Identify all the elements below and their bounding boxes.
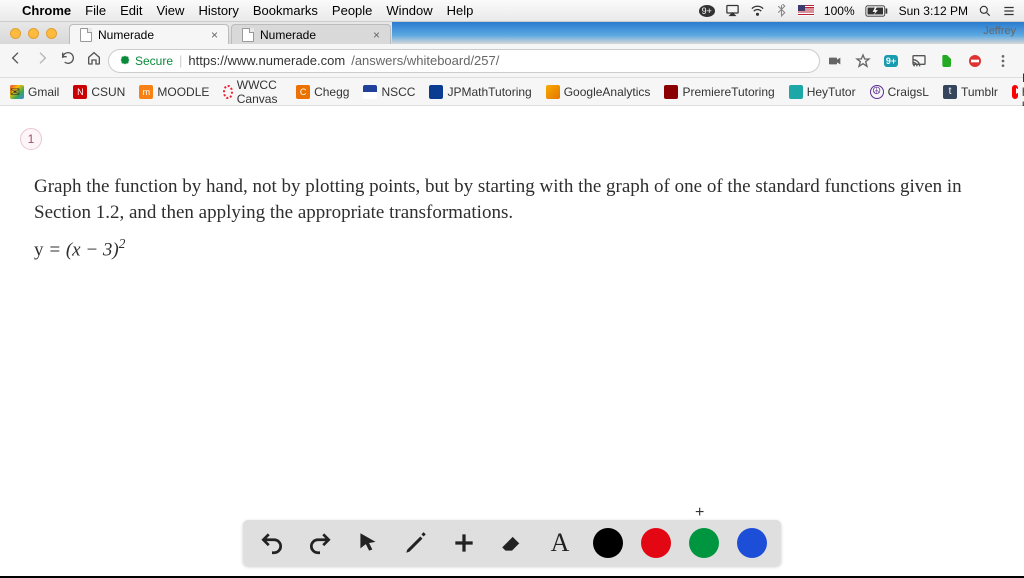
question-number-badge: 1 xyxy=(20,128,42,150)
reload-button[interactable] xyxy=(60,50,76,71)
close-window-icon[interactable] xyxy=(10,28,21,39)
tab-2[interactable]: Numerade × xyxy=(231,24,391,44)
bookmark-heytutor[interactable]: HeyTutor xyxy=(789,85,856,99)
home-button[interactable] xyxy=(86,50,102,71)
secure-indicator: Secure xyxy=(119,54,173,68)
profile-label[interactable]: Jeffrey xyxy=(983,25,1016,37)
tab-title: Numerade xyxy=(260,28,316,42)
page-content: 1 Graph the function by hand, not by plo… xyxy=(0,106,1024,576)
pointer-tool[interactable] xyxy=(353,528,383,558)
bookmark-ga[interactable]: GoogleAnalytics xyxy=(546,85,651,99)
color-black[interactable] xyxy=(593,528,623,558)
bookmarks-bar: ✉Gmail NCSUN mMOODLE WWCC Canvas CChegg … xyxy=(0,78,1024,106)
menu-history[interactable]: History xyxy=(198,3,238,18)
airplay-icon[interactable] xyxy=(725,3,740,18)
adblock-icon[interactable] xyxy=(966,52,984,70)
color-blue[interactable] xyxy=(737,528,767,558)
window-titlebar: Numerade × Numerade × Jeffrey xyxy=(0,22,1024,44)
address-bar[interactable]: Secure | https://www.numerade.com/answer… xyxy=(108,49,820,73)
page-favicon-icon xyxy=(242,28,254,42)
bookmark-nscc[interactable]: NSCC xyxy=(363,85,415,99)
undo-button[interactable] xyxy=(257,528,287,558)
app-menu[interactable]: Chrome xyxy=(22,3,71,18)
bookmark-tumblr[interactable]: tTumblr xyxy=(943,85,998,99)
tab-1[interactable]: Numerade × xyxy=(69,24,229,44)
evernote-icon[interactable] xyxy=(938,52,956,70)
tab-title: Numerade xyxy=(98,28,154,42)
chrome-menu-icon[interactable] xyxy=(994,52,1012,70)
address-bar-row: Secure | https://www.numerade.com/answer… xyxy=(0,44,1024,78)
text-tool[interactable]: A xyxy=(545,528,575,558)
battery-percent: 100% xyxy=(824,4,855,18)
menu-bookmarks[interactable]: Bookmarks xyxy=(253,3,318,18)
url-host: https://www.numerade.com xyxy=(188,53,345,68)
bookmark-wwcc-canvas[interactable]: WWCC Canvas xyxy=(223,78,282,106)
minimize-window-icon[interactable] xyxy=(28,28,39,39)
whiteboard-toolbar: A xyxy=(243,520,781,566)
menu-list-icon[interactable] xyxy=(1002,4,1016,18)
maximize-window-icon[interactable] xyxy=(46,28,57,39)
menu-file[interactable]: File xyxy=(85,3,106,18)
bluetooth-icon[interactable] xyxy=(775,4,788,17)
bookmark-gmail[interactable]: ✉Gmail xyxy=(10,85,59,99)
color-green[interactable] xyxy=(689,528,719,558)
tab-close-icon[interactable]: × xyxy=(211,28,218,42)
menu-help[interactable]: Help xyxy=(447,3,474,18)
menu-people[interactable]: People xyxy=(332,3,372,18)
spotlight-icon[interactable] xyxy=(978,4,992,18)
wifi-icon[interactable] xyxy=(750,3,765,18)
extension-tab-icon[interactable]: 9+ xyxy=(882,52,900,70)
color-red[interactable] xyxy=(641,528,671,558)
bookmark-premiere[interactable]: PremiereTutoring xyxy=(664,85,774,99)
tab-close-icon[interactable]: × xyxy=(373,28,380,42)
menu-window[interactable]: Window xyxy=(386,3,432,18)
page-favicon-icon xyxy=(80,28,92,42)
star-icon[interactable] xyxy=(854,52,872,70)
bookmark-craigslist[interactable]: ☮CraigsL xyxy=(870,85,929,99)
camera-icon[interactable] xyxy=(826,52,844,70)
macos-menubar: Chrome File Edit View History Bookmarks … xyxy=(0,0,1024,22)
bookmark-moodle[interactable]: mMOODLE xyxy=(139,85,209,99)
bookmark-jpmath[interactable]: JPMathTutoring xyxy=(429,85,531,99)
back-button[interactable] xyxy=(8,50,24,71)
url-path: /answers/whiteboard/257/ xyxy=(351,53,499,68)
bookmark-csun[interactable]: NCSUN xyxy=(73,85,125,99)
traffic-lights[interactable] xyxy=(10,28,57,39)
cast-icon[interactable] xyxy=(910,52,928,70)
forward-button[interactable] xyxy=(34,50,50,71)
clock[interactable]: Sun 3:12 PM xyxy=(899,4,968,18)
menu-view[interactable]: View xyxy=(156,3,184,18)
redo-button[interactable] xyxy=(305,528,335,558)
add-tool[interactable] xyxy=(449,528,479,558)
eraser-tool[interactable] xyxy=(497,528,527,558)
bookmark-chegg[interactable]: CChegg xyxy=(296,85,349,99)
equation: y = (x − 3)2 xyxy=(34,235,1004,263)
notification-badge-icon[interactable]: 9+ xyxy=(699,5,715,17)
pencil-tool[interactable] xyxy=(401,528,431,558)
question-text: Graph the function by hand, not by plott… xyxy=(34,174,1004,263)
flag-icon[interactable] xyxy=(798,5,814,16)
battery-icon[interactable] xyxy=(865,5,889,17)
menu-edit[interactable]: Edit xyxy=(120,3,142,18)
